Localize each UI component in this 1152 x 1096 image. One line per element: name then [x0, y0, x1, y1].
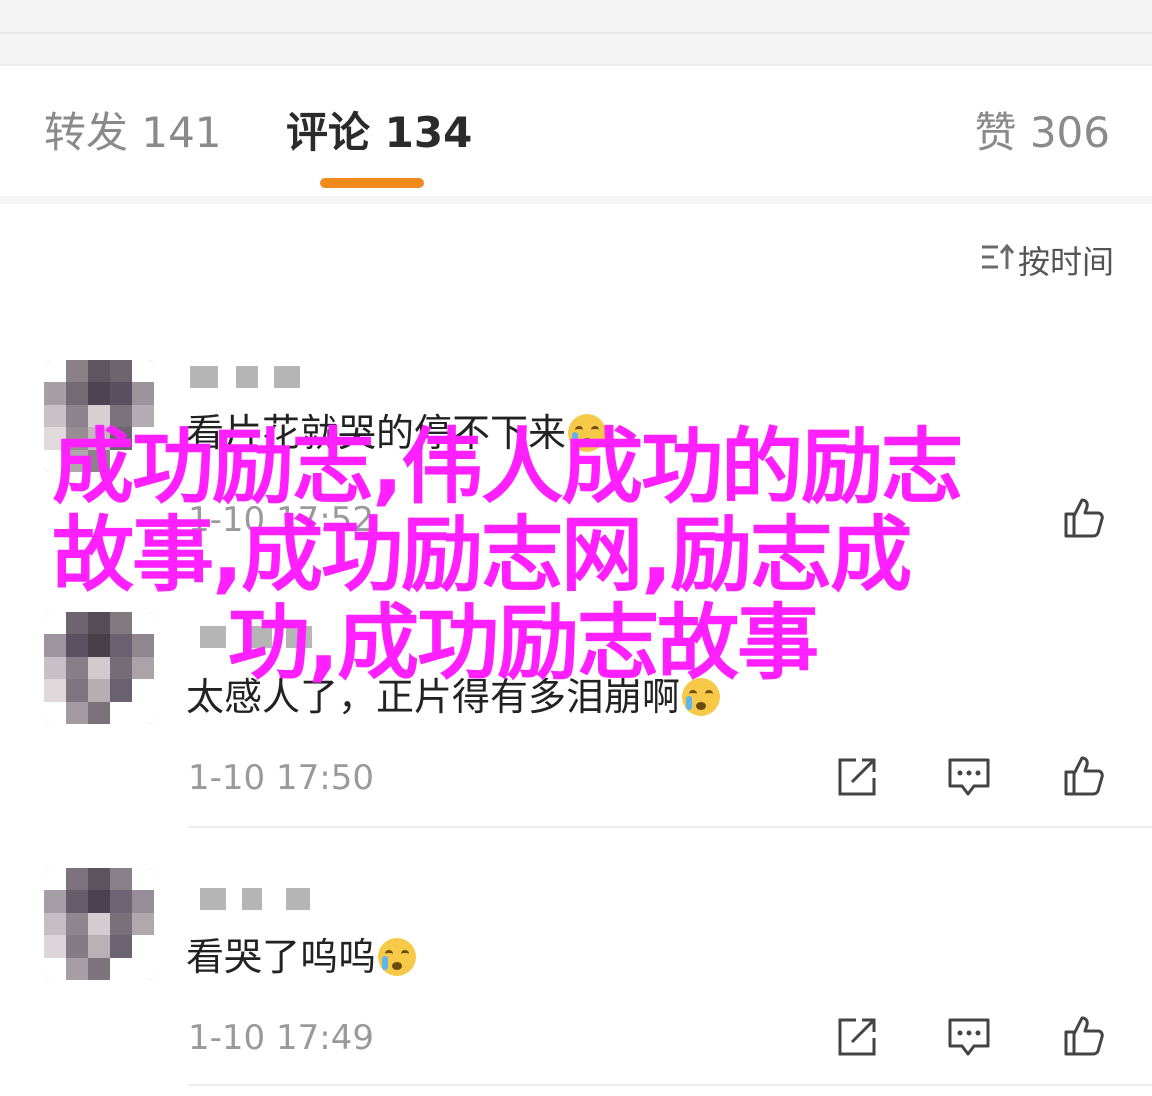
- share-icon[interactable]: [834, 1014, 880, 1060]
- share-icon[interactable]: [834, 754, 880, 800]
- reply-icon[interactable]: [946, 754, 992, 800]
- comment-text-content: 看哭了呜呜: [186, 935, 377, 979]
- crying-face-emoji: [378, 938, 417, 976]
- tab-bar-divider: [0, 196, 1152, 204]
- tab-reposts[interactable]: 转发 141: [44, 106, 222, 160]
- sort-time-icon: [978, 240, 1018, 284]
- sort-label: 按时间: [1017, 243, 1114, 281]
- comment-divider: [188, 1084, 1152, 1086]
- avatar[interactable]: [44, 612, 154, 724]
- crying-face-emoji: [568, 414, 607, 452]
- like-icon[interactable]: [1060, 494, 1106, 540]
- tab-comments[interactable]: 评论 134: [286, 106, 472, 160]
- comment-divider: [188, 826, 1152, 828]
- active-tab-indicator: [320, 178, 424, 188]
- comment-timestamp: 1-10 17:52: [188, 500, 374, 540]
- overlay-banner-text: 成功励志,伟人成功的励志 故事,成功励志网,励志成 功,成功励志故事: [52, 424, 1112, 688]
- comment-text: 太感人了，正片得有多泪崩啊: [186, 672, 721, 722]
- tab-bar: 转发 141 评论 134 赞 306: [0, 66, 1152, 196]
- crying-face-emoji: [682, 678, 721, 716]
- avatar[interactable]: [44, 868, 154, 980]
- comment-timestamp: 1-10 17:50: [188, 758, 374, 798]
- comment-text-content: 太感人了，正片得有多泪崩啊: [186, 675, 681, 719]
- top-status-strip: [0, 0, 1152, 66]
- weibo-comments-page: 转发 141 评论 134 赞 306 按时间 看片花就哭的停不下来 1-10 …: [0, 0, 1152, 1096]
- comment-text: 看哭了呜呜: [186, 932, 417, 982]
- comment-text: 看片花就哭的停不下来: [186, 408, 607, 458]
- tab-likes[interactable]: 赞 306: [974, 106, 1110, 160]
- comment-text-content: 看片花就哭的停不下来: [186, 411, 567, 455]
- like-icon[interactable]: [1060, 752, 1106, 798]
- avatar[interactable]: [44, 360, 154, 472]
- reply-icon[interactable]: [946, 1014, 992, 1060]
- comment-timestamp: 1-10 17:49: [188, 1018, 374, 1058]
- sort-by-time-button[interactable]: 按时间: [978, 240, 1114, 284]
- strip-divider: [0, 32, 1152, 34]
- like-icon[interactable]: [1060, 1012, 1106, 1058]
